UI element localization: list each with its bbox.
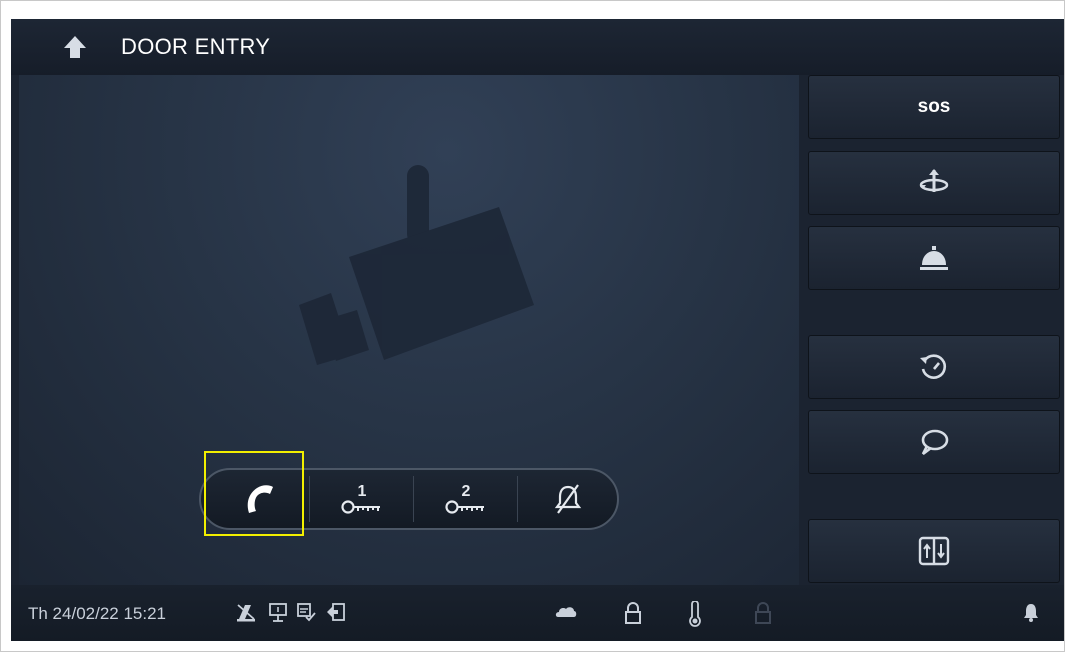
panel-screen: DOOR ENTRY 1 2 sos Th 24/02/22 15:21: [11, 19, 1064, 641]
page-title: DOOR ENTRY: [121, 34, 271, 59]
unlock-door-1-button[interactable]: 1: [311, 472, 413, 526]
key-1-label: 1: [358, 483, 367, 500]
no-disturb-icon[interactable]: [235, 601, 257, 623]
lock-icon: [625, 602, 641, 624]
history-icon: [920, 354, 947, 379]
logout-icon[interactable]: [325, 601, 347, 623]
elevator-icon: [918, 536, 950, 566]
sos-label: sos: [917, 96, 951, 117]
thermometer-icon: [689, 601, 701, 627]
window-frame: DOOR ENTRY 1 2 sos Th 24/02/22 15:21: [0, 0, 1065, 652]
key-2-icon: 2: [445, 483, 484, 514]
concierge-bell-icon: [920, 246, 948, 270]
divider: [309, 476, 310, 522]
intercom-icon[interactable]: [267, 601, 289, 623]
back-arrow-icon[interactable]: [61, 33, 89, 61]
header-bar: DOOR ENTRY: [11, 19, 1064, 75]
key-1-icon: 1: [341, 483, 380, 514]
concierge-button[interactable]: [808, 226, 1060, 290]
sos-button[interactable]: sos: [808, 75, 1060, 139]
message-bubble-icon: [921, 429, 949, 456]
security-camera-icon: [299, 165, 534, 365]
mute-ringtone-button[interactable]: [517, 472, 619, 526]
elevator-button[interactable]: [808, 519, 1060, 583]
key-2-label: 2: [462, 483, 471, 500]
switch-camera-icon: [919, 169, 949, 192]
status-bar: Th 24/02/22 15:21: [11, 585, 1064, 641]
switch-camera-button[interactable]: [808, 151, 1060, 215]
divider: [413, 476, 414, 522]
bell-mute-icon: [554, 484, 582, 514]
bell-icon[interactable]: [1021, 601, 1041, 623]
cloud-icon: [555, 607, 577, 617]
message-button[interactable]: [808, 410, 1060, 474]
selection-highlight: [204, 451, 304, 536]
unlock-door-2-button[interactable]: 2: [415, 472, 517, 526]
lock-disabled-icon: [755, 602, 771, 624]
date-time: Th 24/02/22 15:21: [28, 604, 167, 623]
history-button[interactable]: [808, 335, 1060, 399]
message-checked-icon[interactable]: [295, 601, 317, 623]
